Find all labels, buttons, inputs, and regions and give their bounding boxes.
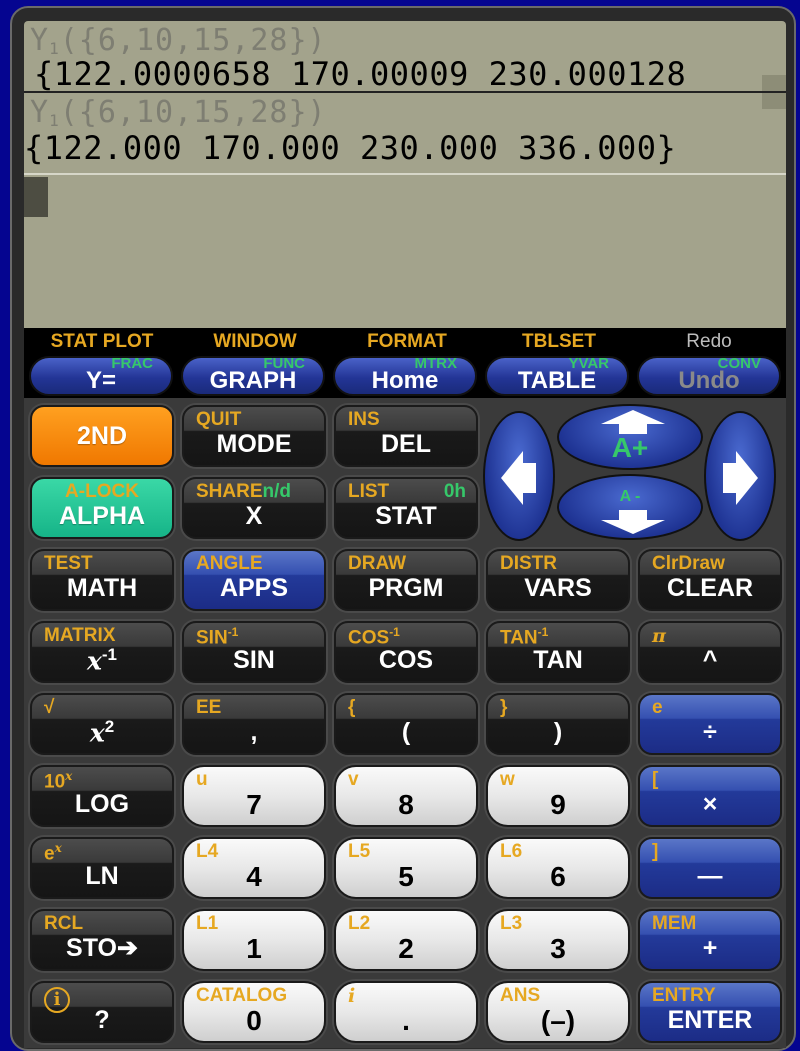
two-button[interactable]: L2 2 [334,909,478,971]
seven-button[interactable]: u7 [182,765,326,827]
home-button[interactable]: MTRX Home [333,356,477,396]
left-arrow-button[interactable] [483,411,555,541]
three-button[interactable]: L3 3 [486,909,630,971]
font-increase-label: A+ [611,432,649,463]
one-button[interactable]: L1 1 [182,909,326,971]
prgm-button[interactable]: DRAW PRGM [334,549,478,611]
eight-button[interactable]: v8 [334,765,478,827]
zero-button[interactable]: CATALOG 0 [182,981,326,1043]
history-result-2: {122.000 170.000 230.000 336.000} [24,129,677,167]
down-arrow-icon [601,520,665,534]
table-button[interactable]: YVAR TABLE [485,356,629,396]
left-arrow-icon [501,451,523,505]
stat-button[interactable]: LIST 0h STAT [334,477,478,539]
graph-alpha-label: FUNC [263,355,305,372]
ln-button[interactable]: ex LN [30,837,174,899]
y-equals-button[interactable]: FRAC Y= [29,356,173,396]
up-arrow-icon [601,410,665,424]
negate-button[interactable]: ANS (–) [486,981,630,1043]
help-button[interactable]: i? [30,981,174,1043]
calculator-display: Y1({6,10,15,28}) {122.0000658 170.00009 … [24,21,786,328]
tan-button[interactable]: TAN-1 TAN [486,621,630,683]
store-button[interactable]: RCL STO➔ [30,909,174,971]
alpha-button[interactable]: A-LOCK ALPHA [30,477,174,539]
right-arrow-button[interactable] [704,411,776,541]
sin-button[interactable]: SIN-1 SIN [182,621,326,683]
graph-second-label: WINDOW [213,331,297,352]
left-paren-button[interactable]: {( [334,693,478,755]
apps-button[interactable]: ANGLE APPS [182,549,326,611]
log-button[interactable]: 10x LOG [30,765,174,827]
table-alpha-label: YVAR [568,355,609,372]
table-second-label: TBLSET [522,331,596,352]
five-button[interactable]: L5 5 [334,837,478,899]
vars-button[interactable]: DISTR VARS [486,549,630,611]
cos-button[interactable]: COS-1 COS [334,621,478,683]
font-decrease-label: A - [619,488,641,505]
math-button[interactable]: TEST MATH [30,549,174,611]
second-button[interactable]: 2ND [30,405,174,467]
entry-separator [24,173,786,175]
multiply-button[interactable]: [× [638,765,782,827]
divide-button[interactable]: e ÷ [638,693,782,755]
home-alpha-label: MTRX [414,355,458,372]
square-button[interactable]: √ x2 [30,693,174,755]
del-button[interactable]: INS DEL [334,405,478,467]
decimal-button[interactable]: i. [334,981,478,1043]
home-second-label: FORMAT [367,331,447,352]
inverse-button[interactable]: MATRIX x-1 [30,621,174,683]
down-arrow-button[interactable]: A - [557,474,703,540]
history-expression-2: Y1({6,10,15,28}) [30,95,327,130]
graph-button[interactable]: FUNC GRAPH [181,356,325,396]
y-equals-alpha-label: FRAC [111,355,153,372]
power-button[interactable]: π ^ [638,621,782,683]
history-separator [24,91,786,93]
nine-button[interactable]: w9 [486,765,630,827]
history-expression-1: Y1({6,10,15,28}) [30,23,327,58]
subtract-button[interactable]: ] — [638,837,782,899]
y-equals-second-label: STAT PLOT [50,331,154,352]
right-arrow-icon [736,451,758,505]
undo-second-label: Redo [686,331,732,352]
four-button[interactable]: L4 4 [182,837,326,899]
undo-button[interactable]: CONV Undo [637,356,781,396]
six-button[interactable]: L6 6 [486,837,630,899]
x-variable-button[interactable]: SHAREn/d X [182,477,326,539]
enter-button[interactable]: ENTRY ENTER [638,981,782,1043]
mode-button[interactable]: QUIT MODE [182,405,326,467]
clear-button[interactable]: ClrDraw CLEAR [638,549,782,611]
comma-button[interactable]: EE, [182,693,326,755]
input-cursor[interactable] [24,177,48,217]
undo-alpha-label: CONV [717,355,761,372]
up-arrow-button[interactable]: A+ [557,404,703,470]
history-result-1: {122.0000658 170.00009 230.000128 [34,55,687,93]
add-button[interactable]: MEM + [638,909,782,971]
right-paren-button[interactable]: }) [486,693,630,755]
